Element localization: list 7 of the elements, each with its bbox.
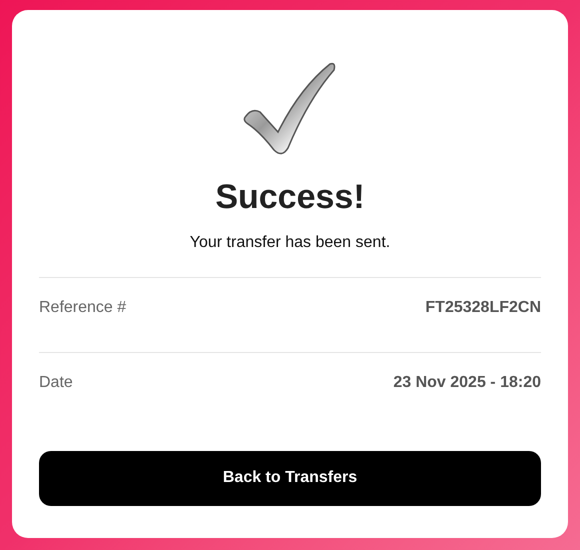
detail-value: 23 Nov 2025 - 18:20 <box>393 372 541 392</box>
back-button[interactable]: Back to Transfers <box>39 450 541 506</box>
success-title: Success! <box>215 177 365 218</box>
detail-label: Reference # <box>39 298 126 318</box>
detail-value: FT25328LF2CN <box>425 298 541 318</box>
success-message: Your transfer has been sent. <box>190 232 390 252</box>
detail-label: Date <box>39 372 73 392</box>
